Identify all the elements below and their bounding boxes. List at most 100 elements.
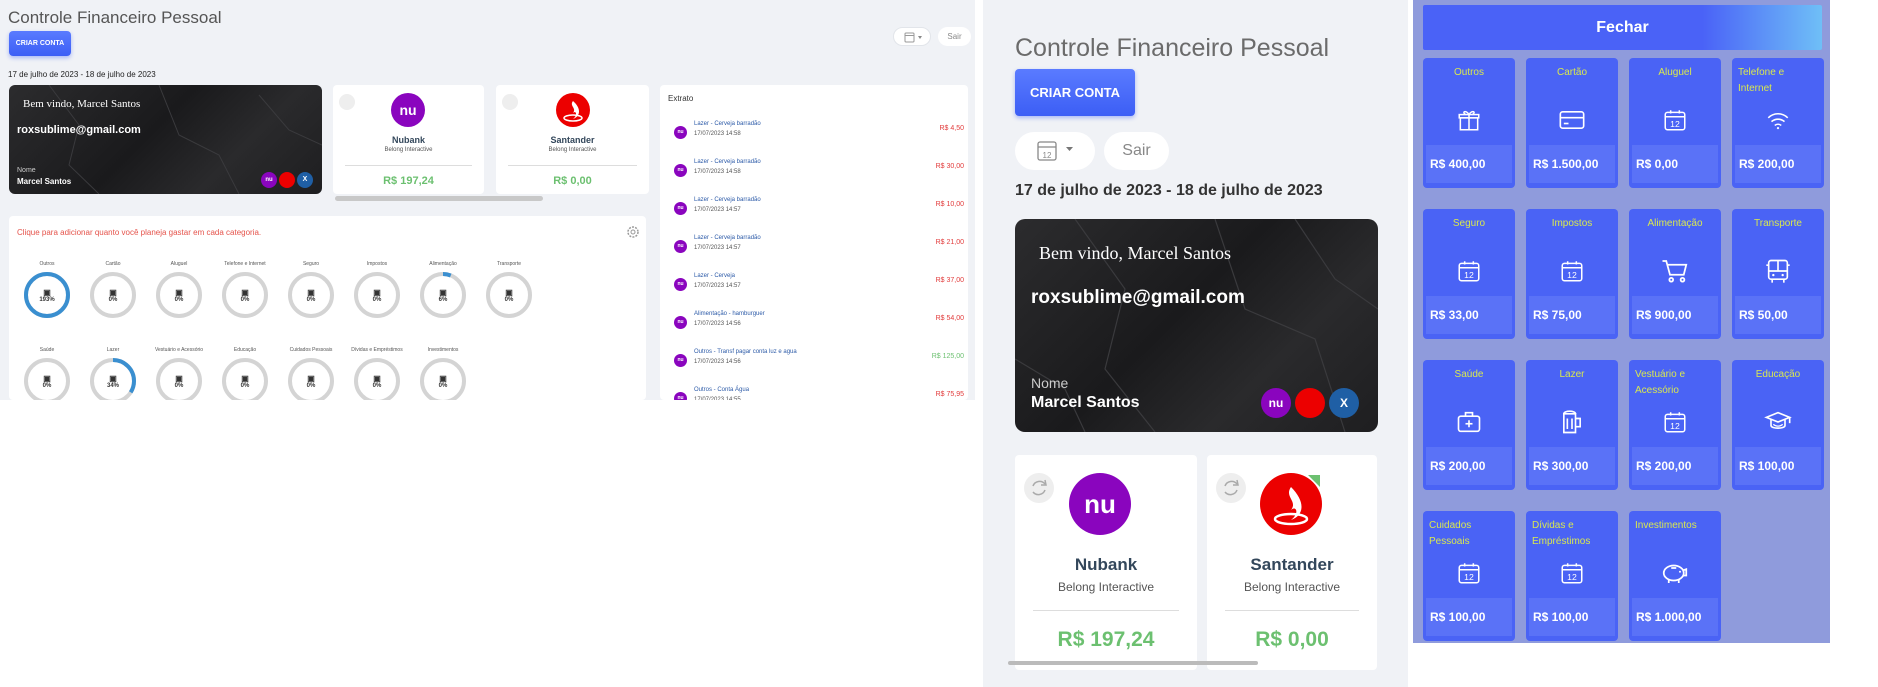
refresh-icon[interactable] [339, 94, 355, 110]
budget-tile[interactable]: Cuidados Pessoais 12 R$ 100,00 [1423, 511, 1515, 641]
category-name: Lazer [106, 347, 120, 353]
category-icon: ▣ [373, 287, 381, 297]
category-ring-5[interactable]: Seguro ▣ 0% [281, 261, 341, 331]
category-ring-14[interactable]: Dívidas e Empréstimos ▣ 0% [347, 347, 407, 400]
nubank-icon: nu [674, 126, 687, 139]
close-button[interactable]: Fechar [1423, 5, 1822, 50]
category-ring-13[interactable]: Cuidados Pessoais ▣ 0% [281, 347, 341, 400]
refresh-icon[interactable] [502, 94, 518, 110]
horizontal-scrollbar[interactable] [1008, 661, 1258, 665]
category-ring-4[interactable]: Telefone e Internet ▣ 0% [215, 261, 275, 331]
budget-tile[interactable]: Alimentação R$ 900,00 [1629, 209, 1721, 339]
budget-tile[interactable]: Telefone e Internet R$ 200,00 [1732, 58, 1824, 188]
tile-category-name: Saúde [1454, 369, 1484, 380]
transaction-row[interactable]: nu Outros - Transf pagar conta luz e agu… [674, 348, 964, 376]
transaction-description: Lazer - Cerveja barradão [694, 159, 761, 165]
tile-category-name: Aluguel [1658, 67, 1692, 78]
create-account-button[interactable]: CRIAR CONTA [1015, 69, 1135, 116]
date-range: 17 de julho de 2023 - 18 de julho de 202… [8, 70, 156, 79]
category-percent: 193% [39, 296, 55, 303]
budget-tile[interactable]: Transporte R$ 50,00 [1732, 209, 1824, 339]
budget-tile[interactable]: Saúde R$ 200,00 [1423, 360, 1515, 490]
bank-card-nubank[interactable]: nu Nubank Belong Interactive R$ 197,24 [333, 85, 484, 194]
transaction-row[interactable]: nu Alimentação - hamburguer 17/07/2023 1… [674, 310, 964, 338]
horizontal-scrollbar[interactable] [335, 196, 543, 201]
welcome-text: Bem vindo, Marcel Santos [1039, 243, 1231, 263]
budget-tile[interactable]: Impostos 12 R$ 75,00 [1526, 209, 1618, 339]
tile-budget-value: R$ 1.000,00 [1632, 598, 1718, 636]
budget-tile[interactable]: Dívidas e Empréstimos 12 R$ 100,00 [1526, 511, 1618, 641]
transaction-row[interactable]: nu Lazer - Cerveja barradão 17/07/2023 1… [674, 120, 964, 148]
category-ring-12[interactable]: Educação ▣ 0% [215, 347, 275, 400]
calendar-icon [904, 32, 922, 43]
transaction-row[interactable]: nu Lazer - Cerveja barradão 17/07/2023 1… [674, 196, 964, 224]
bank-card-santander[interactable]: Santander Belong Interactive R$ 0,00 [1207, 455, 1377, 670]
bank-company: Belong Interactive [1243, 580, 1341, 594]
divider [1225, 610, 1359, 611]
bank-company: Belong Interactive [548, 147, 597, 153]
category-ring-8[interactable]: Transporte ▣ 0% [479, 261, 539, 331]
budget-tile[interactable]: Outros R$ 400,00 [1423, 58, 1515, 188]
transaction-value: R$ 30,00 [935, 163, 964, 170]
transaction-row[interactable]: nu Lazer - Cerveja barradão 17/07/2023 1… [674, 158, 964, 186]
transaction-row[interactable]: nu Lazer - Cerveja 17/07/2023 14:57 R$ 3… [674, 272, 964, 300]
category-icon: ▣ [109, 373, 117, 383]
budget-tile[interactable]: Educação R$ 100,00 [1732, 360, 1824, 490]
planning-hint[interactable]: Clique para adicionar quanto você planej… [17, 228, 261, 237]
transaction-row[interactable]: nu Outros - Conta Água 17/07/2023 14:55 … [674, 386, 964, 400]
category-icon: ▣ [307, 373, 315, 383]
category-icon: ▣ [43, 287, 51, 297]
category-ring-9[interactable]: Saúde ▣ 0% [17, 347, 77, 400]
budget-tile[interactable]: Investimentos R$ 1.000,00 [1629, 511, 1721, 641]
category-name: Saúde [39, 347, 55, 353]
bank-card-santander[interactable]: Santander Belong Interactive R$ 0,00 [496, 85, 649, 194]
category-ring-3[interactable]: Aluguel ▣ 0% [149, 261, 209, 331]
date-picker-button[interactable] [893, 27, 931, 46]
budget-tile[interactable]: Seguro 12 R$ 33,00 [1423, 209, 1515, 339]
category-ring-11[interactable]: Vestuário e Acessório ▣ 0% [149, 347, 209, 400]
category-ring-10[interactable]: Lazer ▣ 34% [83, 347, 143, 400]
refresh-icon[interactable] [1216, 473, 1246, 503]
category-ring-15[interactable]: Investimentos ▣ 0% [413, 347, 473, 400]
budget-tile[interactable]: Cartão R$ 1.500,00 [1526, 58, 1618, 188]
category-percent: 0% [174, 296, 184, 303]
tile-budget-value: R$ 50,00 [1735, 296, 1821, 334]
category-percent: 0% [306, 382, 316, 389]
transaction-row[interactable]: nu Lazer - Cerveja barradão 17/07/2023 1… [674, 234, 964, 262]
refresh-icon[interactable] [1024, 473, 1054, 503]
category-ring-1[interactable]: Outros ▣ 193% [17, 261, 77, 331]
piggy-bank-icon [1629, 553, 1721, 593]
svg-text:12: 12 [1567, 270, 1577, 280]
category-icon: ▣ [307, 287, 315, 297]
bank-balance: R$ 197,24 [383, 175, 434, 187]
nubank-logo: nu [1069, 473, 1131, 535]
graduation-cap-icon [1732, 402, 1824, 442]
nubank-icon: nu [674, 354, 687, 367]
budget-tile[interactable]: Lazer R$ 300,00 [1526, 360, 1618, 490]
date-picker-button[interactable]: 12 [1015, 132, 1095, 170]
transaction-date: 17/07/2023 14:55 [694, 397, 741, 400]
budget-tile[interactable]: Aluguel 12 R$ 0,00 [1629, 58, 1721, 188]
category-percent: 6% [438, 296, 448, 303]
tile-category-name: Educação [1755, 369, 1801, 380]
create-account-button[interactable]: CRIAR CONTA [9, 31, 71, 56]
category-ring-6[interactable]: Impostos ▣ 0% [347, 261, 407, 331]
bank-balance: R$ 0,00 [1255, 628, 1329, 651]
budget-tile[interactable]: Vestuário e Acessório 12 R$ 200,00 [1629, 360, 1721, 490]
bank-balance: R$ 197,24 [1057, 628, 1155, 651]
nubank-icon: nu [674, 240, 687, 253]
exit-button[interactable]: Sair [938, 27, 971, 46]
nubank-icon: nu [674, 202, 687, 215]
gift-icon [1423, 100, 1515, 140]
category-name: Vestuário e Acessório [154, 347, 204, 353]
exit-button[interactable]: Sair [1104, 132, 1169, 170]
category-ring-2[interactable]: Cartão ▣ 0% [83, 261, 143, 331]
category-ring-7[interactable]: Alimentação ▣ 6% [413, 261, 473, 331]
category-percent: 0% [42, 382, 52, 389]
transaction-date: 17/07/2023 14:57 [694, 283, 741, 289]
gear-icon[interactable] [626, 225, 640, 239]
tile-category-name: Outros [1453, 67, 1484, 78]
tile-budget-value: R$ 100,00 [1426, 598, 1512, 636]
name-label: Nome [17, 167, 36, 174]
bank-card-nubank[interactable]: nu Nubank Belong Interactive R$ 197,24 [1015, 455, 1197, 670]
